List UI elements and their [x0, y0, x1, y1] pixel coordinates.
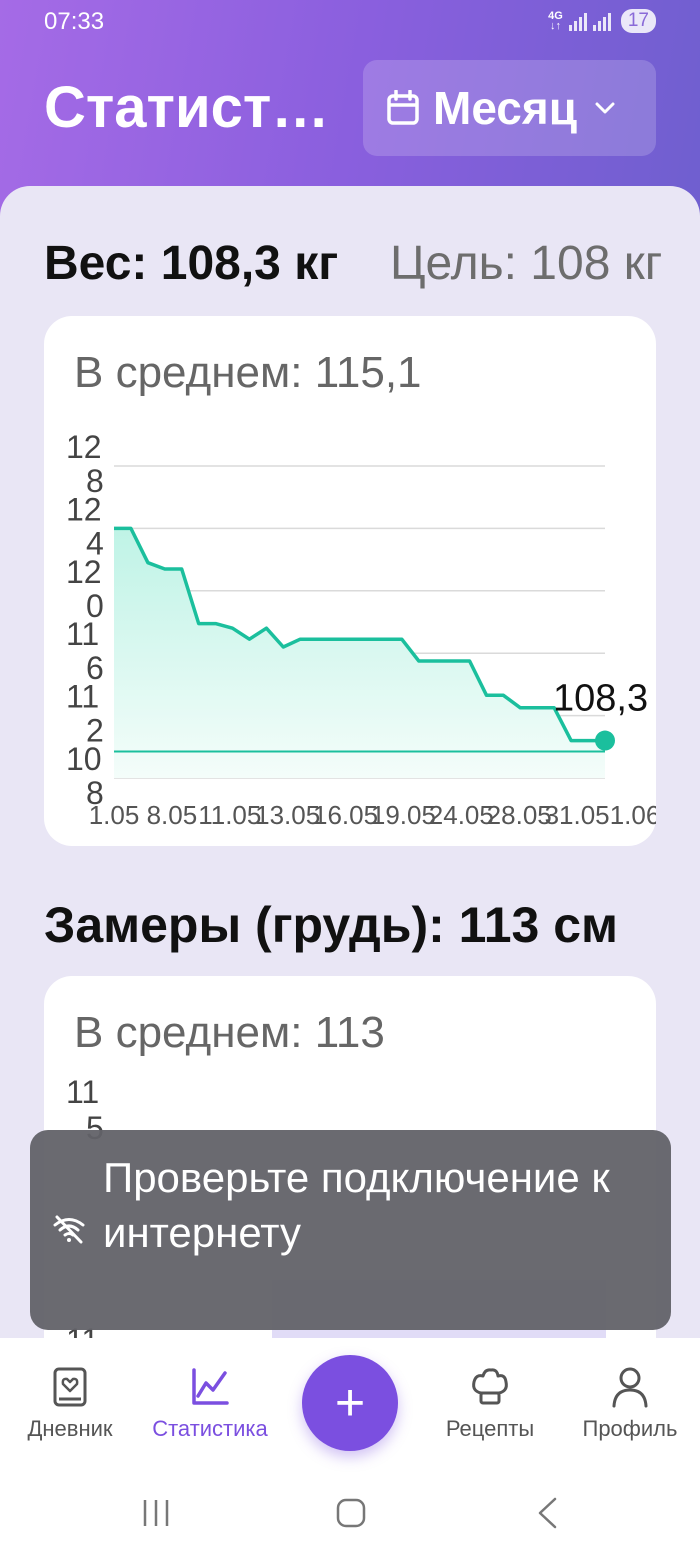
status-icons: 4G ↓↑ 17: [548, 9, 656, 33]
chart-line-icon: [192, 1368, 229, 1405]
calendar-icon: [387, 90, 419, 125]
chest-title: Замеры (грудь): 113 см: [44, 897, 618, 953]
period-label: Месяц: [433, 82, 577, 134]
x-tick-label: 31.05: [545, 800, 610, 830]
nav-label-profile: Профиль: [582, 1416, 678, 1441]
nav-item-recipes[interactable]: Рецепты: [420, 1366, 560, 1442]
add-button[interactable]: +: [302, 1355, 398, 1451]
weight-title: Вес: 108,3 кг: [44, 237, 339, 290]
last-point: [595, 730, 615, 751]
nav-item-diary[interactable]: Дневник: [0, 1366, 140, 1442]
x-tick-label: 19.05: [371, 800, 436, 830]
x-tick-label: 28.05: [487, 800, 552, 830]
nav-label-statistics: Статистика: [152, 1416, 268, 1441]
recent-apps-icon[interactable]: [143, 1500, 169, 1526]
chef-hat-icon: [472, 1368, 508, 1405]
nav-item-profile[interactable]: Профиль: [560, 1366, 700, 1442]
x-tick-label: 1.06: [610, 800, 656, 830]
nav-item-statistics[interactable]: Статистика: [140, 1366, 280, 1442]
x-tick-label: 8.05: [147, 800, 198, 830]
wifi-off-icon: [53, 1215, 85, 1244]
x-tick-label: 1.05: [89, 800, 140, 830]
y-tick-label: 12 0: [66, 554, 104, 624]
weight-chart-card[interactable]: В среднем: 115,1 12 8 12 4 12 0 11 6 11 2 10 8 108,3…: [44, 316, 656, 846]
diary-icon: [53, 1367, 87, 1407]
y-tick-label: 12 8: [66, 429, 104, 499]
nav-label-recipes: Рецепты: [445, 1416, 535, 1441]
toast-text: Проверьте подключение к интернету: [103, 1154, 610, 1256]
period-selector-button[interactable]: Месяц: [363, 60, 656, 156]
chevron-down-icon: [595, 102, 615, 114]
system-navigation-bar: [143, 1497, 557, 1529]
last-value-label: 108,3: [553, 678, 648, 720]
weight-goal: Цель: 108 кг: [390, 237, 663, 290]
weight-chart: 12 812 412 011 611 210 8108,31.05 8.05 11.0513.0…: [66, 429, 656, 830]
back-icon[interactable]: [538, 1497, 557, 1529]
page-title: Статистика: [44, 75, 358, 140]
x-tick-label: 11.05: [198, 800, 261, 830]
user-icon: [612, 1367, 648, 1408]
nav-label-diary: Дневник: [27, 1416, 113, 1441]
home-icon[interactable]: [336, 1498, 366, 1528]
bottom-navigation: Дневник Статистика + Рецепты Профиль: [0, 1338, 700, 1556]
x-tick-label: 13.05: [255, 800, 320, 830]
chest-y-tick-top: 11: [66, 1074, 100, 1110]
signal-icon: [568, 11, 587, 31]
x-tick-label: 24.05: [429, 800, 494, 830]
y-tick-label: 12 4: [66, 491, 104, 561]
y-tick-label: 11 2: [66, 679, 104, 749]
x-tick-label: 16.05: [313, 800, 378, 830]
signal-icon-2: [592, 11, 611, 31]
battery-indicator: 17: [620, 9, 656, 33]
network-type-icon: 4G ↓↑: [548, 10, 563, 32]
y-tick-label: 11 6: [66, 616, 104, 686]
connection-toast: Проверьте подключение к интернету: [30, 1130, 671, 1330]
status-time: 07:33: [44, 8, 105, 35]
chest-average: В среднем: 113: [74, 1008, 385, 1057]
